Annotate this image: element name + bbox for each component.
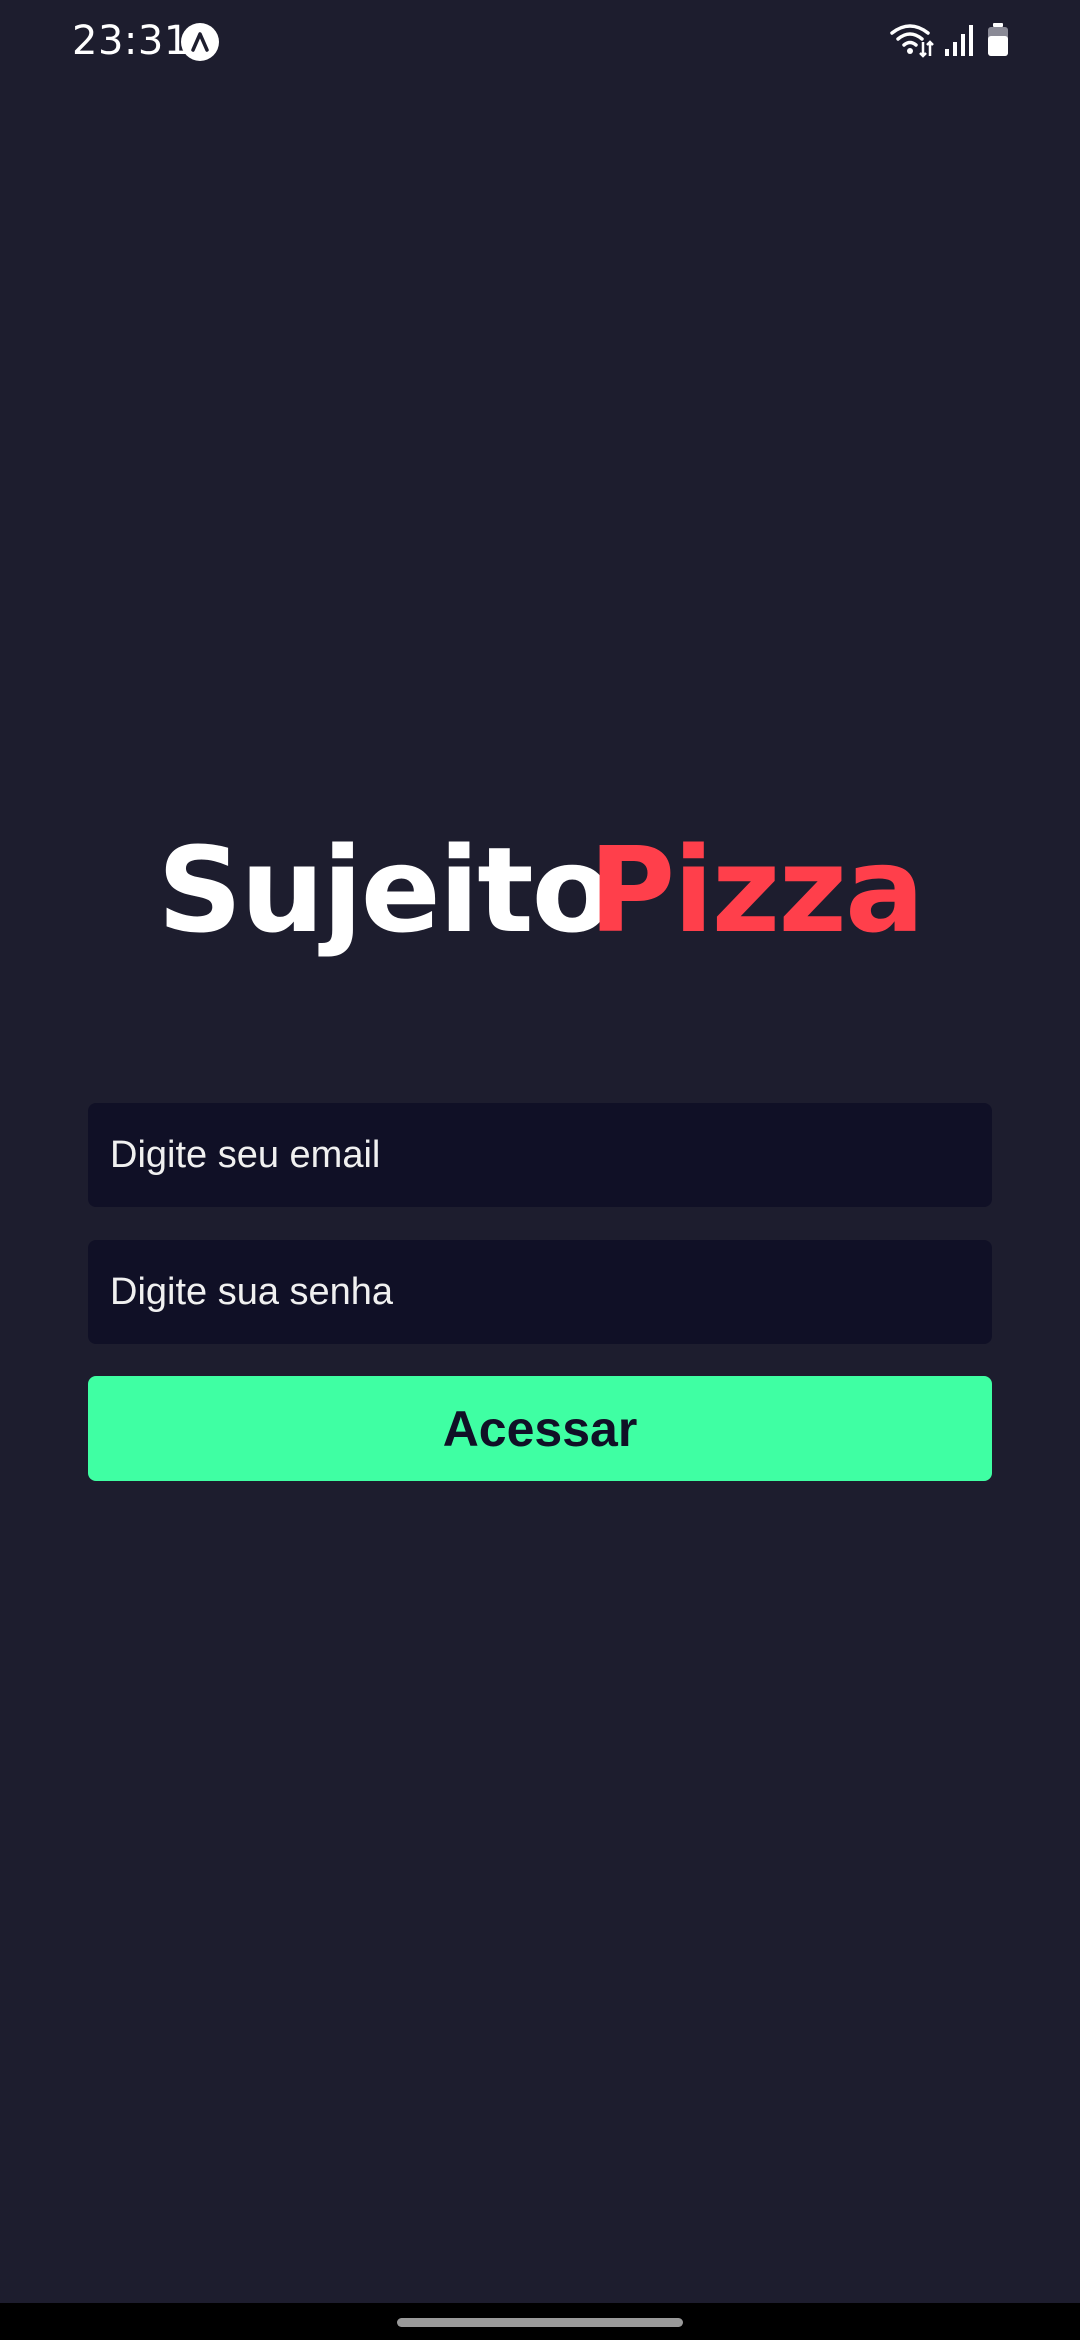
navigation-bar [0, 2303, 1080, 2340]
status-time: 23:31 [72, 18, 190, 64]
login-button[interactable]: Acessar [88, 1376, 992, 1481]
app-logo: SujeitoPizza [0, 820, 1080, 960]
status-bar: 23:31 [0, 0, 1080, 90]
logo-text-pizza: Pizza [588, 821, 925, 959]
wifi-icon [890, 22, 934, 63]
signal-icon [944, 23, 976, 62]
expo-icon [181, 23, 219, 61]
status-icons [890, 22, 1010, 62]
email-input[interactable] [88, 1103, 992, 1207]
logo-text-sujeito: Sujeito [157, 821, 612, 959]
battery-icon [986, 22, 1010, 62]
password-input[interactable] [88, 1240, 992, 1344]
home-indicator[interactable] [397, 2318, 683, 2327]
